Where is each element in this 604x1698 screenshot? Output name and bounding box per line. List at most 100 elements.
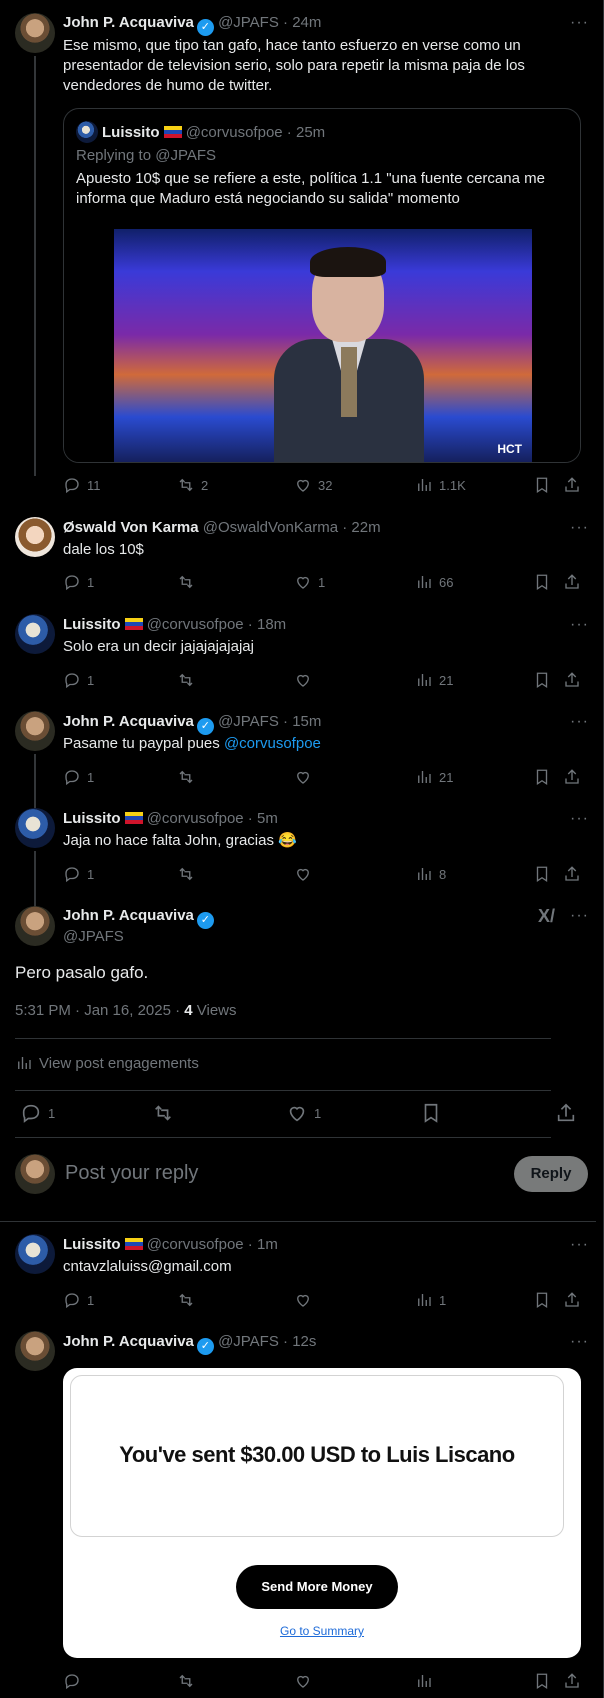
author-handle[interactable]: @corvusofpoe — [147, 810, 244, 827]
author-handle[interactable]: @OswaldVonKarma — [203, 519, 338, 536]
tweet-time[interactable]: 12s — [292, 1333, 316, 1350]
repost-button[interactable] — [177, 1672, 195, 1690]
author-handle[interactable]: @corvusofpoe — [147, 1236, 244, 1253]
more-icon[interactable]: ··· — [570, 810, 589, 828]
tweet-time[interactable]: 24m — [292, 14, 321, 31]
like-button[interactable]: 1 — [286, 1102, 321, 1124]
avatar — [15, 1154, 55, 1194]
timestamp[interactable]: 5:31 PM · Jan 16, 2025 · — [15, 1002, 184, 1019]
reply-button[interactable]: 1 — [20, 1102, 55, 1124]
more-icon[interactable]: ··· — [570, 713, 589, 731]
author-name[interactable]: Luissito — [63, 1236, 121, 1253]
bookmark-button[interactable] — [533, 1291, 551, 1309]
author-handle[interactable]: @JPAFS — [63, 927, 124, 947]
author-name[interactable]: Luissito — [63, 616, 121, 633]
share-button[interactable] — [555, 1102, 577, 1124]
avatar[interactable] — [15, 711, 55, 751]
more-icon[interactable]: ··· — [570, 616, 589, 634]
grok-icon[interactable]: X/ — [538, 906, 555, 927]
reply-icon — [65, 770, 79, 786]
repost-button[interactable] — [177, 768, 195, 786]
author-handle[interactable]: @JPAFS — [218, 1333, 279, 1350]
reply-button[interactable]: 1 — [63, 1291, 94, 1309]
reply-submit-button[interactable]: Reply — [514, 1156, 588, 1192]
bookmark-button[interactable] — [420, 1102, 442, 1124]
views-button[interactable]: 21 — [415, 671, 453, 689]
like-button[interactable] — [294, 865, 312, 883]
avatar[interactable] — [15, 614, 55, 654]
bookmark-button[interactable] — [533, 573, 551, 591]
views-button[interactable]: 66 — [415, 573, 453, 591]
author-handle[interactable]: @JPAFS — [218, 713, 279, 730]
more-icon[interactable]: ··· — [570, 907, 589, 925]
views-button[interactable]: 21 — [415, 768, 453, 786]
share-button[interactable] — [563, 768, 581, 786]
more-icon[interactable]: ··· — [570, 519, 589, 537]
share-button[interactable] — [563, 1672, 581, 1690]
avatar[interactable] — [15, 517, 55, 557]
views-button[interactable]: 1.1K — [415, 476, 466, 494]
author-name[interactable]: John P. Acquaviva — [63, 713, 194, 730]
like-button[interactable] — [294, 768, 312, 786]
bookmark-button[interactable] — [533, 768, 551, 786]
focus-text: Pero pasalo gafo. — [15, 963, 149, 982]
avatar[interactable] — [15, 1331, 55, 1371]
share-button[interactable] — [563, 476, 581, 494]
reply-button[interactable]: 1 — [63, 865, 94, 883]
repost-button[interactable] — [177, 671, 195, 689]
tweet-actions — [63, 1672, 589, 1692]
like-button[interactable] — [294, 1291, 312, 1309]
views-button[interactable]: 1 — [415, 1291, 446, 1309]
avatar[interactable] — [15, 13, 55, 53]
like-button[interactable] — [294, 1672, 312, 1690]
reply-button[interactable]: 1 — [63, 671, 94, 689]
author-name[interactable]: Øswald Von Karma — [63, 519, 199, 536]
repost-button[interactable]: 2 — [177, 476, 208, 494]
author-handle[interactable]: @corvusofpoe — [147, 616, 244, 633]
like-button[interactable]: 1 — [294, 573, 325, 591]
author-name[interactable]: John P. Acquaviva — [63, 14, 194, 31]
avatar[interactable] — [15, 906, 55, 946]
repost-button[interactable] — [177, 573, 195, 591]
reply-input[interactable]: Post your reply — [65, 1162, 198, 1185]
avatar[interactable] — [15, 1234, 55, 1274]
view-engagements-link[interactable]: View post engagements — [15, 1054, 199, 1072]
share-button[interactable] — [563, 865, 581, 883]
tweet-time[interactable]: 18m — [257, 616, 286, 633]
tweet-time[interactable]: 22m — [351, 519, 380, 536]
more-icon[interactable]: ··· — [570, 14, 589, 32]
tweet-time[interactable]: 15m — [292, 713, 321, 730]
author-handle[interactable]: @JPAFS — [218, 14, 279, 31]
reply-button[interactable]: 1 — [63, 768, 94, 786]
bookmark-button[interactable] — [533, 671, 551, 689]
tweet-time[interactable]: 5m — [257, 810, 278, 827]
payment-screenshot-image[interactable]: You've sent $30.00 USD to Luis Liscano S… — [63, 1368, 581, 1658]
reply-button[interactable] — [63, 1672, 81, 1690]
like-button[interactable] — [294, 671, 312, 689]
author-name[interactable]: Luissito — [63, 810, 121, 827]
author-name[interactable]: John P. Acquaviva — [63, 907, 194, 924]
quote-image[interactable]: HCT — [64, 229, 580, 462]
bookmark-button[interactable] — [533, 865, 551, 883]
author-name[interactable]: John P. Acquaviva — [63, 1333, 194, 1350]
views-button[interactable]: 8 — [415, 865, 446, 883]
bookmark-button[interactable] — [533, 476, 551, 494]
more-icon[interactable]: ··· — [570, 1333, 589, 1351]
like-button[interactable]: 32 — [294, 476, 332, 494]
share-button[interactable] — [563, 671, 581, 689]
reply-button[interactable]: 11 — [63, 476, 101, 494]
tweet-time[interactable]: 1m — [257, 1236, 278, 1253]
avatar[interactable] — [15, 808, 55, 848]
mention-link[interactable]: @corvusofpoe — [224, 735, 321, 752]
repost-button[interactable] — [177, 865, 195, 883]
share-button[interactable] — [563, 1291, 581, 1309]
repost-button[interactable] — [177, 1291, 195, 1309]
share-button[interactable] — [563, 573, 581, 591]
verified-icon: ✓ — [196, 912, 214, 929]
views-button[interactable] — [415, 1672, 433, 1690]
reply-button[interactable]: 1 — [63, 573, 94, 591]
bookmark-button[interactable] — [533, 1672, 551, 1690]
quoted-tweet[interactable]: Luissito @corvusofpoe · 25m Replying to … — [63, 108, 581, 463]
more-icon[interactable]: ··· — [570, 1236, 589, 1254]
repost-button[interactable] — [152, 1102, 174, 1124]
